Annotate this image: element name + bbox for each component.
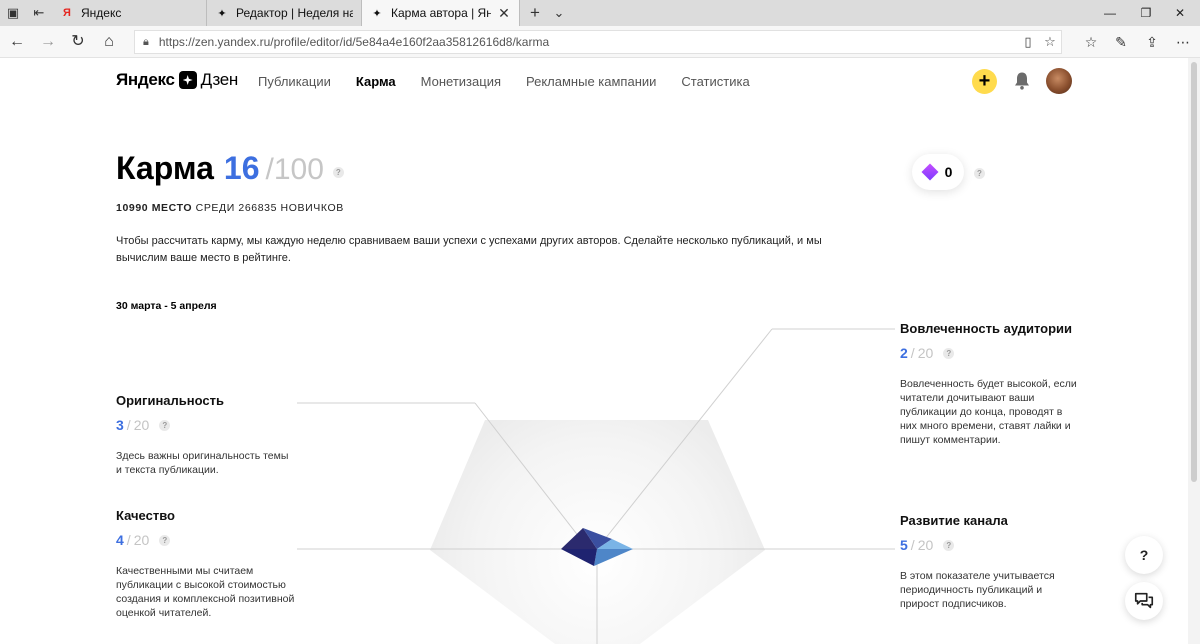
lock-icon: 🔒︎	[143, 35, 149, 48]
engagement-axis-line	[596, 328, 773, 550]
metric-value: 5	[900, 537, 908, 553]
tab-title: Карма автора | Яндекс	[391, 6, 491, 20]
metric-quality: Качество 4/20 ? Качественными мы считаем…	[116, 508, 296, 620]
set-aside-tabs-icon[interactable]: ⇤	[30, 4, 48, 22]
karma-score-crystal	[561, 528, 633, 566]
nav-monetization[interactable]: Монетизация	[421, 74, 501, 89]
metric-max: 20	[133, 532, 150, 548]
metric-engagement: Вовлеченность аудитории 2/20 ? Вовлеченн…	[900, 321, 1080, 447]
yandex-favicon-icon: Я	[63, 7, 71, 19]
share-icon[interactable]: ⇪	[1141, 32, 1163, 52]
metric-value: 2	[900, 345, 908, 361]
metric-description: Качественными мы считаем публикации с вы…	[116, 565, 295, 619]
diamond-icon	[921, 163, 939, 181]
address-toolbar: ← → ↻ ⌂ 🔒︎ https://zen.yandex.ru/profile…	[0, 26, 1200, 58]
diamonds-help-icon[interactable]: ?	[974, 168, 985, 179]
home-icon[interactable]: ⌂	[99, 32, 119, 52]
metric-value: 4	[116, 532, 124, 548]
period-label: 30 марта - 5 апреля	[116, 300, 217, 312]
main-nav: Публикации Карма Монетизация Рекламные к…	[258, 74, 775, 89]
avatar[interactable]	[1046, 68, 1072, 94]
karma-score: 16	[223, 150, 260, 186]
karma-description: Чтобы рассчитать карму, мы каждую неделю…	[116, 235, 822, 264]
rank-rest: среди 266835 новичков	[195, 202, 344, 214]
metric-description: В этом показателе учитывается периодично…	[900, 570, 1055, 610]
pen-icon[interactable]: ✎	[1110, 32, 1132, 52]
favorite-star-icon[interactable]: ☆	[1039, 34, 1061, 50]
metric-max: 20	[917, 537, 934, 553]
nav-statistics[interactable]: Статистика	[681, 74, 749, 89]
new-tab-icon[interactable]: +	[526, 4, 544, 22]
reading-view-icon[interactable]: ▯	[1017, 34, 1039, 50]
tab-yandex[interactable]: Я Яндекс	[52, 0, 207, 26]
help-button[interactable]: ?	[1125, 536, 1163, 574]
karma-title: Карма	[116, 150, 214, 186]
tab-actions-icon[interactable]: ▣	[4, 4, 22, 22]
more-menu-icon[interactable]: ⋯	[1172, 32, 1194, 52]
rank-line: 10990 место среди 266835 новичков	[116, 202, 344, 214]
karma-heading: Карма 16 /100 ?	[116, 150, 344, 187]
diamonds-count: 0	[944, 164, 953, 180]
page-scrollbar[interactable]	[1188, 58, 1200, 644]
metric-title: Развитие канала	[900, 513, 1008, 528]
metric-help-icon[interactable]: ?	[159, 419, 171, 431]
radar-background-shape	[430, 420, 765, 644]
browser-tab-bar: ▣ ⇤ Я Яндекс ✦ Редактор | Неделя на Дзен…	[0, 0, 1200, 26]
refresh-icon[interactable]: ↻	[68, 32, 88, 52]
logo-yandex-text: Яндекс	[116, 70, 175, 89]
metric-title: Качество	[116, 508, 175, 523]
close-tab-icon[interactable]: ✕	[497, 5, 511, 22]
tab-title: Яндекс	[81, 6, 122, 20]
metric-help-icon[interactable]: ?	[159, 534, 171, 546]
zen-favicon-icon: ✦	[217, 7, 227, 20]
forward-arrow-icon[interactable]: →	[38, 32, 58, 52]
metric-score: 5/20 ?	[900, 537, 1080, 553]
tab-editor[interactable]: ✦ Редактор | Неделя на Дзен	[207, 0, 362, 26]
feedback-chat-button[interactable]	[1125, 582, 1163, 620]
rank-place: 10990 место	[116, 202, 193, 214]
back-arrow-icon[interactable]: ←	[7, 32, 27, 52]
metric-max: 20	[133, 417, 150, 433]
metric-score: 3/20 ?	[116, 417, 296, 433]
metric-description: Вовлеченность будет высокой, если читате…	[900, 378, 1077, 446]
nav-karma[interactable]: Карма	[356, 74, 396, 89]
tab-list-chevron-down-icon[interactable]: ⌄	[550, 4, 568, 22]
nav-ad-campaigns[interactable]: Рекламные кампании	[526, 74, 656, 89]
zen-favicon-icon: ✦	[372, 7, 382, 20]
karma-max: /100	[265, 153, 324, 186]
tab-karma[interactable]: ✦ Карма автора | Яндекс ✕	[362, 0, 520, 26]
favorites-list-icon[interactable]: ☆	[1080, 32, 1102, 52]
yandex-zen-logo[interactable]: Яндекс Дзен	[116, 70, 238, 90]
url-text: https://zen.yandex.ru/profile/editor/id/…	[158, 35, 550, 49]
metric-description: Здесь важны оригинальность темы и текста…	[116, 450, 289, 476]
address-bar[interactable]: 🔒︎ https://zen.yandex.ru/profile/editor/…	[134, 30, 1062, 54]
metric-growth: Развитие канала 5/20 ? В этом показателе…	[900, 513, 1080, 611]
close-window-icon[interactable]: ✕	[1160, 0, 1200, 26]
metric-title: Вовлеченность аудитории	[900, 321, 1073, 336]
nav-publications[interactable]: Публикации	[258, 74, 331, 89]
logo-dzen-text: Дзен	[200, 70, 239, 89]
chat-bubbles-icon	[1134, 592, 1154, 609]
metric-value: 3	[116, 417, 124, 433]
metric-max: 20	[917, 345, 934, 361]
metric-help-icon[interactable]: ?	[943, 539, 955, 551]
diamonds-badge[interactable]: 0	[912, 154, 964, 190]
metric-originality: Оригинальность 3/20 ? Здесь важны оригин…	[116, 393, 296, 477]
metric-score: 4/20 ?	[116, 532, 296, 548]
site-header: Яндекс Дзен Публикации Карма Монетизация…	[0, 58, 1188, 106]
tab-title: Редактор | Неделя на Дзен	[236, 6, 353, 20]
metric-score: 2/20 ?	[900, 345, 1080, 361]
scrollbar-thumb[interactable]	[1191, 62, 1197, 482]
metric-help-icon[interactable]: ?	[943, 347, 955, 359]
notifications-bell-icon[interactable]	[1013, 71, 1031, 91]
zen-logo-icon	[178, 71, 197, 89]
originality-axis-line	[474, 402, 598, 561]
add-publication-button[interactable]: +	[972, 69, 997, 94]
metric-title: Оригинальность	[116, 393, 224, 408]
karma-help-icon[interactable]: ?	[332, 167, 344, 178]
